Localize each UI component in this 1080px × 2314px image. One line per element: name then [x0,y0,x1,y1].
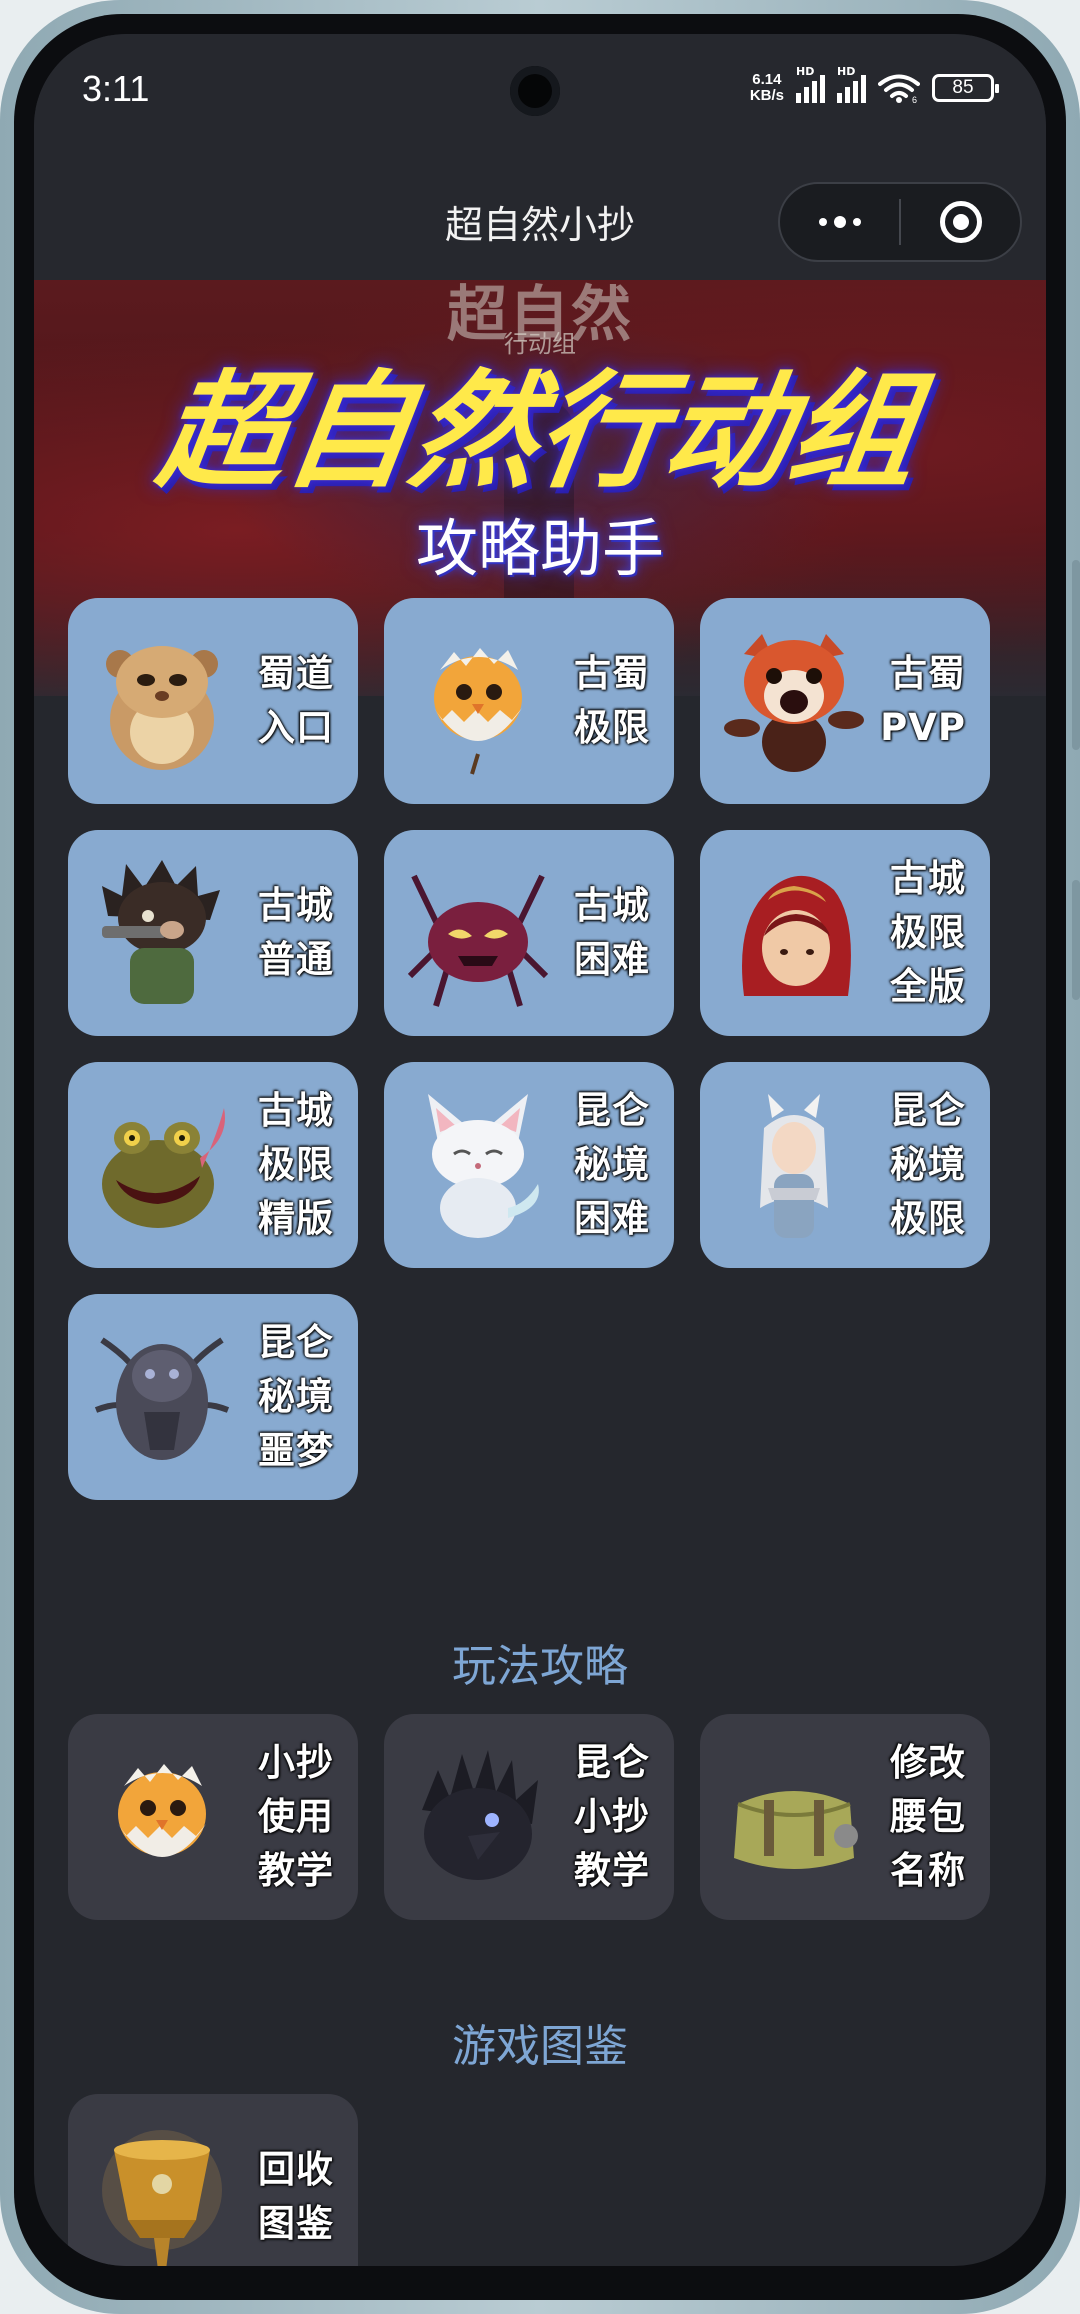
network-speed: 6.14 KB/s [750,72,784,104]
guide-card-kunlun-extreme[interactable]: 昆仑 秘境 极限 [700,1062,990,1268]
red-panda-icon [724,634,864,772]
codex-card-recycle[interactable]: 回收 图鉴 [68,2094,358,2266]
signal-hd-tag: HD [796,65,815,78]
guide-card-label: 古城 极限 精版 [258,1089,334,1240]
section-title-codex: 游戏图鉴 [452,2021,628,2072]
volume-button [1072,560,1080,750]
wifi-icon: 6 [878,74,920,103]
guide-card-gucheng-normal[interactable]: 古城 普通 [68,830,358,1036]
gameplay-card-label: 小抄 使用 教学 [258,1741,334,1892]
chick-egg-icon [434,648,522,775]
fox-girl-icon [760,1094,828,1238]
banner-subtitle: 攻略助手 [415,512,664,585]
section-title-gameplay: 玩法攻略 [452,1641,628,1692]
status-time: 3:11 [82,68,150,109]
guide-card-label: 古蜀 PVP [880,652,966,749]
more-menu-button[interactable] [780,184,899,260]
power-button [1072,880,1080,1000]
more-dots-icon [818,216,861,228]
status-bar: 3:11 6.14 KB/s HD HD 6 85 [34,34,1046,162]
signal-icon: HD [796,65,825,103]
screen: 3:11 6.14 KB/s HD HD 6 85 超自然小抄 超自然 行动组 … [34,34,1046,2266]
guide-card-label: 昆仑 秘境 极限 [890,1089,966,1240]
hamster-icon [106,646,218,770]
black-crow-icon [422,1750,538,1880]
front-camera [510,66,560,116]
codex-grid: 回收 图鉴 [68,2094,1018,2266]
guide-card-label: 昆仑 秘境 困难 [574,1089,650,1240]
guide-card-label: 昆仑 秘境 噩梦 [258,1321,334,1472]
guide-card-kunlun-nightmare[interactable]: 昆仑 秘境 噩梦 [68,1294,358,1500]
gameplay-card-tutorial[interactable]: 小抄 使用 教学 [68,1714,358,1920]
mini-program-navbar: 超自然小抄 [34,162,1046,280]
hedgehog-soldier-icon [102,860,220,1004]
gameplay-card-rename-pouch[interactable]: 修改 腰包 名称 [700,1714,990,1920]
guide-card-gucheng-extreme-lite[interactable]: 古城 极限 精版 [68,1062,358,1268]
target-circle-icon [939,201,982,243]
network-speed-value: 6.14 [752,71,782,88]
golden-cup-icon [102,2130,222,2266]
codex-card-label: 回收 图鉴 [258,2148,334,2245]
phone-frame: 3:11 6.14 KB/s HD HD 6 85 超自然小抄 超自然 行动组 … [0,0,1080,2314]
battery-level: 85 [952,77,974,98]
close-mini-program-button[interactable] [901,184,1020,260]
gameplay-card-kunlun-tutorial[interactable]: 昆仑 小抄 教学 [384,1714,674,1920]
gameplay-card-label: 昆仑 小抄 教学 [574,1741,650,1892]
guide-card-label: 古城 困难 [574,884,650,981]
gameplay-card-label: 修改 腰包 名称 [890,1741,966,1892]
chick-egg-icon [118,1764,206,1857]
dark-demon-icon [94,1337,230,1460]
signal-icon-2: HD [837,65,866,103]
guide-card-label: 古城 普通 [258,884,334,981]
status-icons: 6.14 KB/s HD HD 6 85 [750,65,999,104]
guide-card-label: 蜀道 入口 [258,652,334,749]
red-hood-girl-icon [742,875,851,996]
battery-icon: 85 [932,74,999,102]
guide-grid: 蜀道 入口 古蜀 极限 古蜀 PVP 古城 普通 古城 困难 古城 极限 全版 … [68,598,1018,1500]
wifi-tag: 6 [912,95,917,103]
mini-program-capsule [778,182,1022,262]
white-fox-icon [428,1094,539,1238]
guide-card-shudao-entry[interactable]: 蜀道 入口 [68,598,358,804]
guide-card-label: 古蜀 极限 [574,652,650,749]
banner-title: 超自然行动组 [150,358,927,505]
network-speed-unit: KB/s [749,87,784,104]
backpack-icon [734,1791,858,1869]
guide-card-kunlun-hard[interactable]: 昆仑 秘境 困难 [384,1062,674,1268]
guide-card-gucheng-extreme-full[interactable]: 古城 极限 全版 [700,830,990,1036]
guide-card-gushu-pvp[interactable]: 古蜀 PVP [700,598,990,804]
guide-card-label: 古城 极限 全版 [890,857,966,1008]
gameplay-grid: 小抄 使用 教学 昆仑 小抄 教学 修改 腰包 名称 [68,1714,1018,1920]
toad-monster-icon [102,1108,225,1228]
spider-monster-icon [408,874,548,1007]
guide-card-gucheng-hard[interactable]: 古城 困难 [384,830,674,1036]
signal-hd-tag-2: HD [837,65,856,78]
guide-card-gushu-extreme[interactable]: 古蜀 极限 [384,598,674,804]
